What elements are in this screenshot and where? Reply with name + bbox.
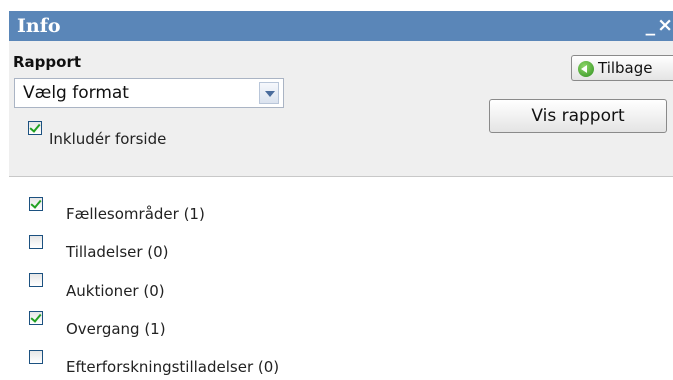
- window-controls: _ ×: [644, 14, 673, 36]
- show-report-label: Vis rapport: [531, 106, 625, 126]
- show-report-button[interactable]: Vis rapport: [489, 99, 667, 133]
- close-button[interactable]: ×: [657, 14, 673, 36]
- include-cover-label: Inkludér forside: [49, 130, 167, 148]
- back-button-label: Tilbage: [598, 59, 653, 77]
- category-checkbox[interactable]: [29, 235, 43, 249]
- back-arrow-icon: [578, 61, 594, 77]
- back-button[interactable]: Tilbage: [571, 55, 673, 81]
- report-panel: Rapport Vælg format Inkludér forside Til…: [9, 41, 673, 177]
- format-select-value: Vælg format: [23, 83, 129, 103]
- category-label: Auktioner (0): [66, 282, 165, 300]
- category-label: Tilladelser (0): [66, 243, 169, 261]
- window-title: Info: [17, 15, 61, 37]
- category-checkbox[interactable]: [29, 350, 43, 364]
- minimize-button[interactable]: _: [646, 14, 656, 36]
- category-checkbox[interactable]: [29, 273, 43, 287]
- report-label: Rapport: [13, 53, 82, 71]
- category-checkbox[interactable]: [29, 197, 43, 211]
- window-titlebar: Info _ ×: [9, 11, 673, 41]
- chevron-down-icon[interactable]: [259, 82, 279, 104]
- category-label: Overgang (1): [66, 320, 166, 338]
- category-checkbox[interactable]: [29, 311, 43, 325]
- format-select[interactable]: Vælg format: [14, 78, 284, 108]
- category-label: Fællesområder (1): [66, 205, 205, 223]
- include-cover-checkbox[interactable]: [28, 121, 42, 135]
- category-label: Efterforskningstilladelser (0): [66, 358, 280, 376]
